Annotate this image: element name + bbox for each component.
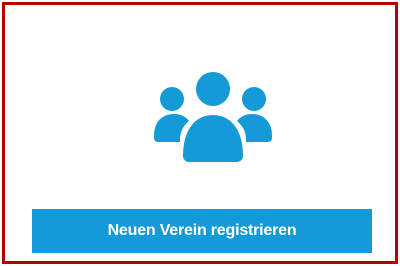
register-new-club-button[interactable]: Neuen Verein registrieren — [32, 209, 372, 253]
users-group-icon — [152, 70, 274, 162]
register-new-club-label: Neuen Verein registrieren — [107, 222, 297, 239]
register-club-card: Neuen Verein registrieren — [2, 2, 398, 264]
